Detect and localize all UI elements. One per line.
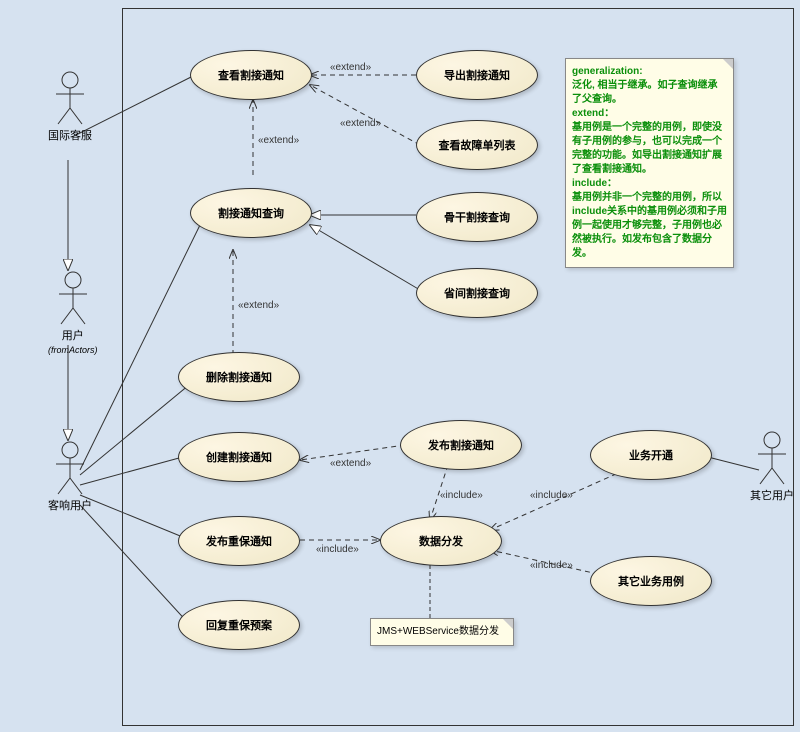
actor-crm-label: 客响用户: [48, 497, 92, 513]
note-l3: extend：: [572, 108, 614, 119]
actor-crm: 客响用户: [48, 440, 92, 513]
actor-other: 其它用户: [750, 430, 794, 503]
uc-data-dist: 数据分发: [380, 516, 502, 566]
uc-del-cut: 删除割接通知: [178, 352, 300, 402]
uc-export-cut: 导出割接通知: [416, 50, 538, 100]
label-include-1: «include»: [440, 490, 483, 501]
note-l5: include：: [572, 178, 617, 189]
label-extend-3: «extend»: [258, 135, 299, 146]
label-extend-4: «extend»: [238, 300, 279, 311]
uc-create-cut: 创建割接通知: [178, 432, 300, 482]
actor-other-label: 其它用户: [750, 487, 794, 503]
note-l6: 基用例并非一个完整的用例，所以include关系中的基用例必须和子用例一起使用才…: [572, 192, 727, 259]
label-extend-1: «extend»: [330, 62, 371, 73]
note-main: generalization: 泛化, 相当于继承。如子查询继承了父查询。 ex…: [565, 58, 734, 268]
note-l2: 泛化, 相当于继承。如子查询继承了父查询。: [572, 80, 718, 105]
label-extend-5: «extend»: [330, 458, 371, 469]
note-l1: generalization:: [572, 66, 643, 77]
actor-intl-label: 国际客服: [48, 127, 92, 143]
note-jms: JMS+WEBService数据分发: [370, 618, 514, 646]
note-jms-text: JMS+WEBService数据分发: [377, 626, 499, 637]
actor-intl: 国际客服: [48, 70, 92, 143]
label-extend-2: «extend»: [340, 118, 381, 129]
label-include-4: «include»: [530, 560, 573, 571]
uc-publish-cut: 发布割接通知: [400, 420, 522, 470]
label-include-3: «include»: [530, 490, 573, 501]
uc-other-biz: 其它业务用例: [590, 556, 712, 606]
actor-user-label: 用户: [48, 327, 98, 343]
note-l4: 基用例是一个完整的用例，即使没有子用例的参与，也可以完成一个完整的功能。如导出割…: [572, 122, 722, 175]
uc-publish-major: 发布重保通知: [178, 516, 300, 566]
uc-view-fault: 查看故障单列表: [416, 120, 538, 170]
uc-cut-query: 割接通知查询: [190, 188, 312, 238]
actor-user-sublabel: (fromActors): [48, 345, 98, 355]
uc-prov: 省间割接查询: [416, 268, 538, 318]
uc-biz-open: 业务开通: [590, 430, 712, 480]
uc-reply-plan: 回复重保预案: [178, 600, 300, 650]
actor-user: 用户 (fromActors): [48, 270, 98, 355]
diagram-canvas: 国际客服 用户 (fromActors) 客响用户 其它用户 查看割接通知 导出…: [0, 0, 800, 732]
label-include-2: «include»: [316, 544, 359, 555]
uc-backbone: 骨干割接查询: [416, 192, 538, 242]
uc-view-cut: 查看割接通知: [190, 50, 312, 100]
